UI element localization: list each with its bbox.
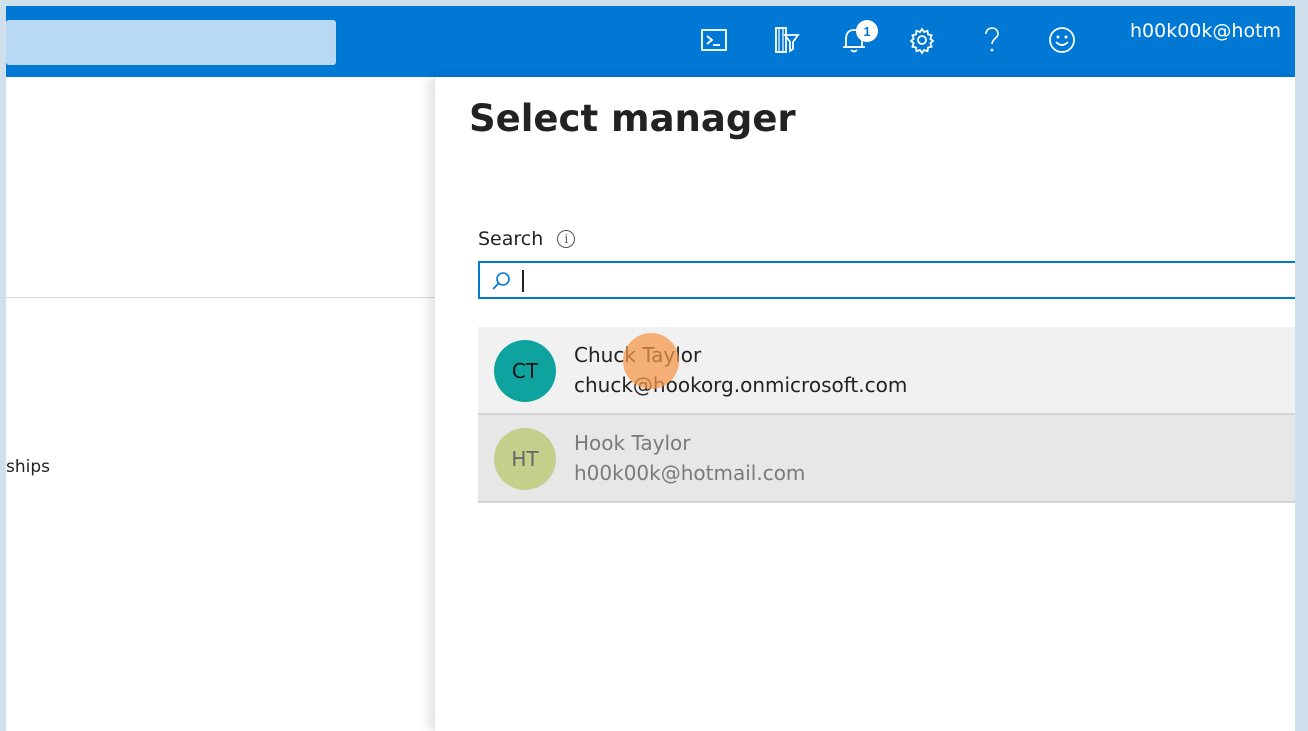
directory-filter-icon [775,27,800,53]
feedback-button[interactable] [1042,18,1082,62]
settings-icon [909,27,935,55]
account-name[interactable]: h00k00k@hotm [1130,20,1281,42]
cloud-shell-button[interactable] [694,18,734,62]
notification-badge: 1 [856,20,878,42]
text-caret [522,270,524,292]
result-name: Chuck Taylor [574,343,702,367]
select-manager-blade: Select manager Search i CT Chuck Taylor … [434,77,1295,731]
avatar: CT [494,340,556,402]
help-icon [985,27,999,52]
result-item-hook-taylor[interactable]: HT Hook Taylor h00k00k@hotmail.com [478,415,1295,503]
result-email: h00k00k@hotmail.com [574,461,806,485]
search-label: Search i [478,228,576,250]
directory-filter-button[interactable] [766,18,806,62]
top-bar: 1 h00k00k@hotm [6,6,1295,77]
info-icon[interactable]: i [557,230,576,248]
results-list: CT Chuck Taylor chuck@hookorg.onmicrosof… [478,327,1295,503]
divider [6,297,434,298]
avatar-initials: HT [511,447,539,471]
global-search-input[interactable] [6,20,336,65]
avatar: HT [494,428,556,490]
notifications-button[interactable]: 1 [834,18,878,62]
search-label-text: Search [478,228,544,250]
manager-search-input[interactable] [528,263,1295,299]
avatar-initials: CT [511,359,539,383]
left-pane: ships [6,77,434,731]
manager-search-box[interactable] [478,261,1295,299]
result-email: chuck@hookorg.onmicrosoft.com [574,373,908,397]
cloud-shell-icon [701,29,727,51]
result-name: Hook Taylor [574,431,691,455]
nav-item-partial[interactable]: ships [6,457,50,477]
help-button[interactable] [972,18,1012,62]
blade-title: Select manager [469,97,796,140]
smiley-icon [1049,27,1075,53]
settings-button[interactable] [902,18,942,62]
search-icon [492,272,510,290]
portal-window: 1 h00k00k@hotm ships Select manager Sear… [6,6,1295,731]
result-item-chuck-taylor[interactable]: CT Chuck Taylor chuck@hookorg.onmicrosof… [478,327,1295,415]
